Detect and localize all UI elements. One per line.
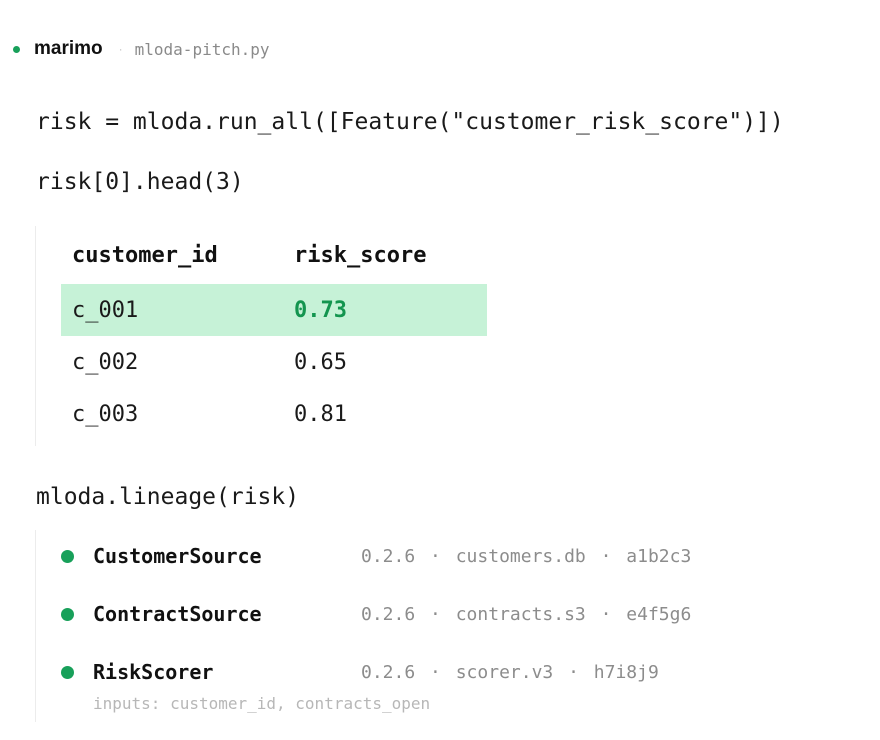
lineage-version: 0.2.6 [361,546,416,567]
meta-separator: · [430,604,441,625]
meta-separator: · [600,546,612,567]
cell-risk-score: 0.73 [294,297,347,323]
cell-customer-id: c_002 [72,349,139,375]
table-row: c_001 0.73 [61,284,487,336]
lineage-item-meta: 0.2.6 · scorer.v3 · h7i8j9 [361,662,659,683]
lineage-item: CustomerSource 0.2.6 · customers.db · a1… [36,542,736,572]
lineage-hash: h7i8j9 [593,662,659,683]
header-separator: · [118,42,123,56]
lineage-node-dot-icon [61,666,74,679]
lineage-inputs: inputs: customer_id, contracts_open [93,694,431,713]
lineage-version: 0.2.6 [361,662,416,683]
meta-separator: · [430,546,441,567]
app-name: marimo [34,38,103,59]
table-row: c_003 0.81 [61,388,487,440]
lineage-item-name: ContractSource [93,602,262,626]
code-cell-head[interactable]: risk[0].head(3) [36,167,244,197]
lineage-item: RiskScorer 0.2.6 · scorer.v3 · h7i8j9 in… [36,658,736,718]
column-header-risk-score: risk_score [294,242,427,268]
lineage-item-name: RiskScorer [93,660,214,684]
code-cell-lineage[interactable]: mloda.lineage(risk) [36,482,299,512]
lineage-version: 0.2.6 [361,604,416,625]
lineage-node-dot-icon [61,608,74,621]
cell-risk-score: 0.65 [294,349,347,375]
lineage-output: CustomerSource 0.2.6 · customers.db · a1… [35,530,736,722]
table-output: customer_id risk_score c_001 0.73 c_002 … [35,226,496,446]
lineage-source: contracts.s3 [455,604,586,625]
lineage-item: ContractSource 0.2.6 · contracts.s3 · e4… [36,600,736,630]
app-header: marimo · mloda-pitch.py [13,36,270,62]
lineage-node-dot-icon [61,550,74,563]
meta-separator: · [600,604,612,625]
meta-separator: · [568,662,579,683]
status-dot-icon [13,45,20,53]
lineage-item-meta: 0.2.6 · contracts.s3 · e4f5g6 [361,604,691,625]
lineage-hash: a1b2c3 [626,546,692,567]
column-header-customer-id: customer_id [72,242,218,268]
table-header-row: customer_id risk_score [61,228,487,282]
lineage-item-meta: 0.2.6 · customers.db · a1b2c3 [361,546,691,567]
lineage-hash: e4f5g6 [626,604,692,625]
notebook-filename[interactable]: mloda-pitch.py [135,40,270,59]
cell-customer-id: c_003 [72,401,139,427]
table-row: c_002 0.65 [61,336,487,388]
lineage-source: customers.db [455,546,586,567]
lineage-source: scorer.v3 [455,662,554,683]
cell-risk-score: 0.81 [294,401,347,427]
cell-customer-id: c_001 [72,297,139,323]
code-cell-run-all[interactable]: risk = mloda.run_all([Feature("customer_… [36,107,784,137]
lineage-item-name: CustomerSource [93,544,262,568]
meta-separator: · [430,662,441,683]
